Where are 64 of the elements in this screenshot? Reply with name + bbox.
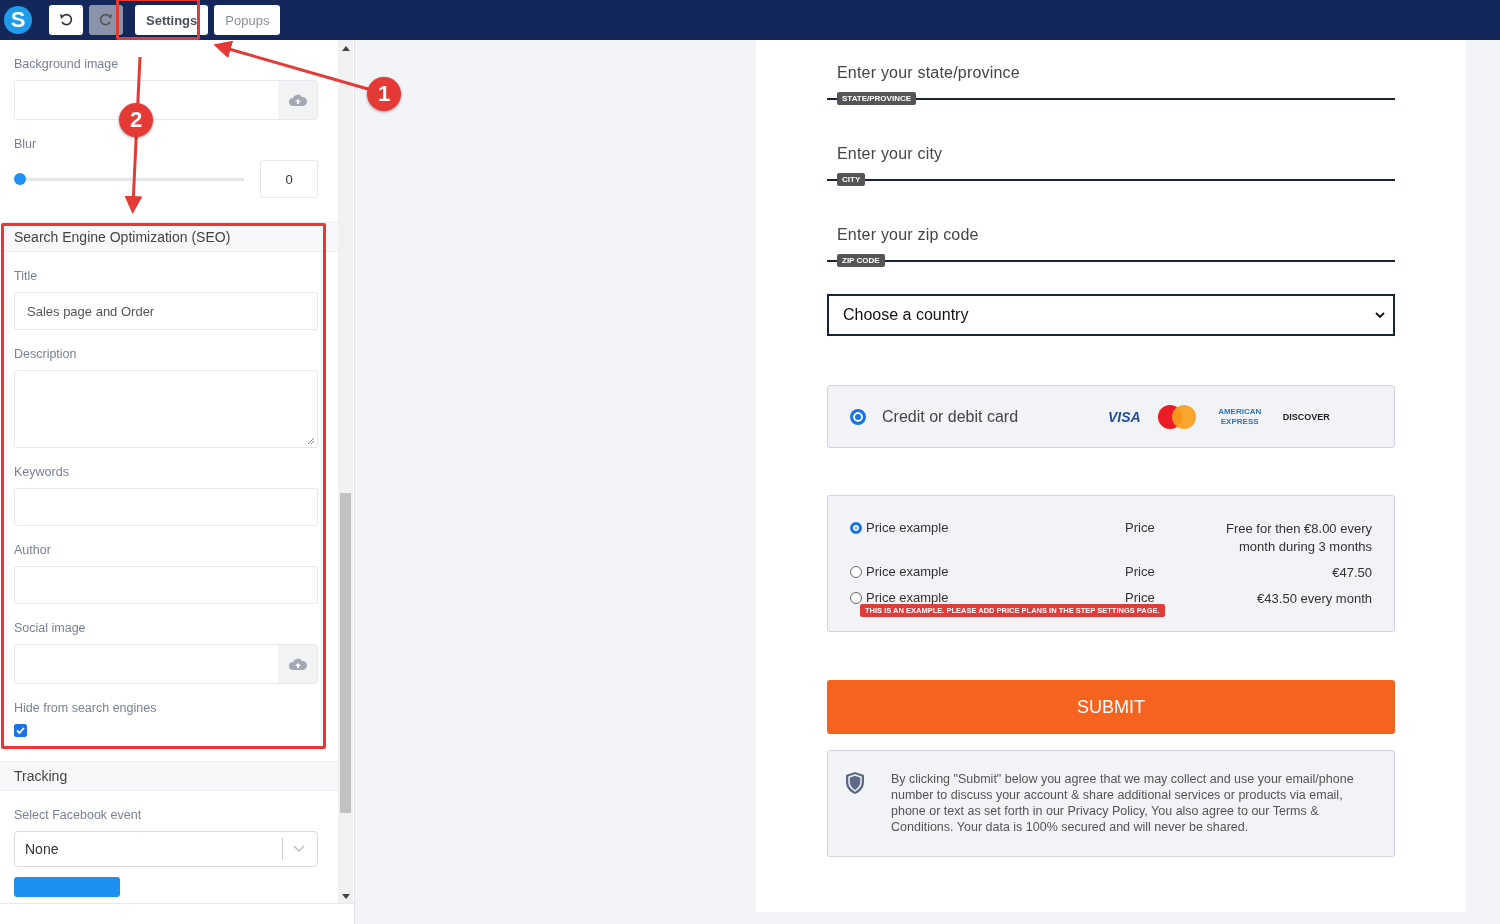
upload-field[interactable] xyxy=(14,644,318,684)
price-amount: €43.50 every month xyxy=(1256,590,1372,608)
toolbar-tab[interactable]: Settings xyxy=(135,5,209,35)
radio-button[interactable] xyxy=(850,566,862,578)
logo: S xyxy=(4,6,32,34)
scroll-down-icon[interactable] xyxy=(341,894,350,899)
undo-button[interactable] xyxy=(49,5,83,35)
chevron-down-icon xyxy=(293,845,305,853)
address-field[interactable]: Enter your city xyxy=(827,144,1395,164)
price-amount: Free for then €8.00 every month during 3 months xyxy=(1225,520,1372,556)
shield-icon xyxy=(845,771,865,795)
disclaimer-text: By clicking "Submit" below you agree that we may collect and use your email/phone number to discuss your account & share additional services or products via email, phone or text as set forth in our Privacy Policy, You also agree to our Terms & Conditions. Your data is 100% secured and will never be shared. xyxy=(891,771,1355,835)
price-name: Price example xyxy=(866,520,949,535)
address-field[interactable]: Enter your zip code xyxy=(827,225,1395,245)
card-logo: AMERICAN EXPRESS xyxy=(1217,406,1263,427)
undo-icon xyxy=(59,13,73,27)
field-label: Description xyxy=(14,346,78,362)
country-select[interactable]: Choose a country xyxy=(827,294,1395,336)
card-logo: DISCOVER xyxy=(1282,411,1330,422)
field-tag: STATE/PROVINCE xyxy=(837,92,917,105)
price-label: Price xyxy=(1125,520,1156,537)
radio-button[interactable] xyxy=(850,592,862,604)
field-label: Keywords xyxy=(14,464,70,480)
card-logo: VISA xyxy=(1108,408,1141,425)
price-amount: €47.50 xyxy=(1331,564,1372,582)
blur-value-field[interactable]: 0 xyxy=(260,160,318,198)
redo-icon xyxy=(99,13,113,27)
radio-button[interactable] xyxy=(850,522,862,534)
text-field[interactable] xyxy=(14,488,318,526)
price-name: Price example xyxy=(866,590,949,605)
chevron-down-icon xyxy=(1375,311,1385,319)
upload-button[interactable] xyxy=(278,81,317,119)
price-label: Price xyxy=(1125,564,1156,581)
text-field[interactable] xyxy=(14,566,318,604)
checkmark-icon xyxy=(15,725,26,736)
checkbox[interactable] xyxy=(14,724,27,737)
upload-button[interactable] xyxy=(278,645,317,683)
section-header: Search Engine Optimization (SEO) xyxy=(0,222,338,252)
resize-handle-icon[interactable] xyxy=(307,437,315,445)
field-label: Select Facebook event xyxy=(14,807,143,823)
scroll-up-icon[interactable] xyxy=(341,46,350,51)
field-label: Background image xyxy=(14,56,120,72)
field-label: Title xyxy=(14,268,39,284)
cloud-upload-icon xyxy=(287,93,308,107)
payment-label: Credit or debit card xyxy=(882,407,1020,426)
text-field[interactable]: Sales page and Order xyxy=(14,292,318,330)
price-name: Price example xyxy=(866,564,949,579)
payment-option-card[interactable]: Credit or debit card VISA AMERICAN EXPRESS DISCOVER xyxy=(827,385,1395,448)
price-label: Price xyxy=(1125,590,1156,607)
address-field[interactable]: Enter your state/province xyxy=(827,63,1395,83)
select-field[interactable]: None xyxy=(14,831,318,867)
slider-thumb[interactable] xyxy=(14,172,26,185)
section-header: Tracking xyxy=(0,761,338,791)
cloud-upload-icon xyxy=(287,657,308,671)
field-label: Author xyxy=(14,542,52,558)
textarea-field[interactable] xyxy=(14,370,318,448)
field-tag: CITY xyxy=(837,173,866,186)
field-label: Social image xyxy=(14,620,87,636)
field-tag: ZIP CODE xyxy=(837,254,885,267)
card-logo xyxy=(1156,403,1197,430)
scrollbar[interactable] xyxy=(338,40,353,903)
field-label: Blur xyxy=(14,136,38,152)
field-label: Hide from search engines xyxy=(14,700,158,716)
radio-button[interactable] xyxy=(850,408,866,425)
